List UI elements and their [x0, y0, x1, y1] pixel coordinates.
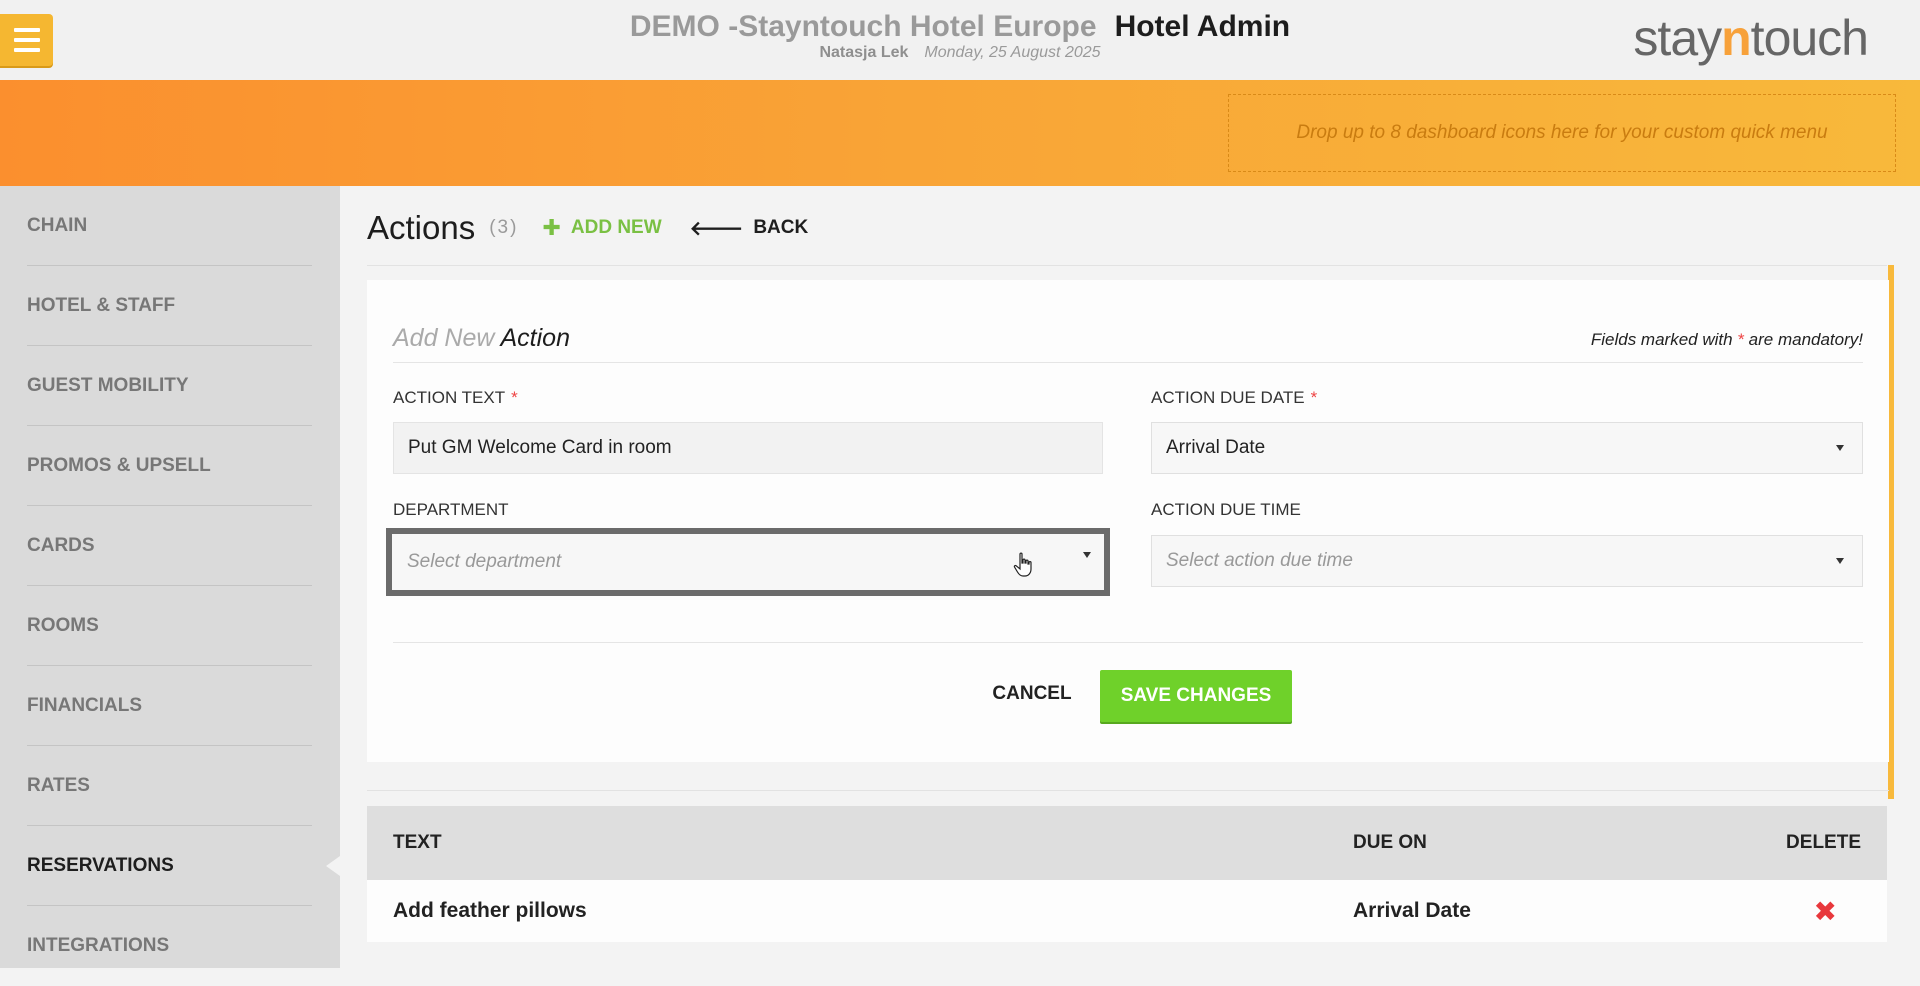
- page-title: Actions: [367, 209, 476, 246]
- form-title-main: Action: [500, 324, 570, 352]
- add-new-button[interactable]: ✚ ADD NEW: [542, 215, 661, 241]
- cancel-label: CANCEL: [992, 683, 1072, 704]
- save-label: SAVE CHANGES: [1120, 685, 1272, 706]
- top-header: DEMO -Stayntouch Hotel Europe Hotel Admin…: [0, 0, 1920, 80]
- logo-text-suffix: touch: [1750, 10, 1869, 66]
- action-text-label-text: ACTION TEXT: [393, 388, 506, 407]
- section-name: Hotel Admin: [1114, 10, 1291, 43]
- action-text-input[interactable]: Put GM Welcome Card in room: [393, 422, 1103, 474]
- page-header: Actions (3) ✚ ADD NEW 🡐 BACK: [367, 204, 808, 252]
- current-date: Monday, 25 August 2025: [924, 44, 1101, 61]
- sidebar-item-label: INTEGRATIONS: [27, 935, 170, 956]
- quick-menu-dropzone[interactable]: Drop up to 8 dashboard icons here for yo…: [1228, 94, 1896, 172]
- hand-pointer-icon: [1013, 552, 1035, 583]
- department-label: DEPARTMENT: [393, 500, 509, 520]
- required-star: *: [511, 388, 518, 407]
- sidebar-item-rates[interactable]: RATES: [27, 746, 312, 826]
- sidebar-item-label: CARDS: [27, 534, 95, 556]
- action-due-time-label: ACTION DUE TIME: [1151, 500, 1301, 520]
- arrow-left-icon: 🡐: [689, 217, 744, 240]
- column-header-text[interactable]: TEXT: [393, 806, 442, 880]
- department-label-text: DEPARTMENT: [393, 500, 509, 519]
- action-due-time-select[interactable]: Select action due time: [1151, 535, 1863, 587]
- action-text-label: ACTION TEXT *: [393, 388, 518, 408]
- chevron-down-icon: [1836, 558, 1844, 564]
- plus-icon: ✚: [542, 215, 561, 240]
- due-date-value: Arrival Date: [1166, 437, 1266, 458]
- add-new-label: ADD NEW: [570, 217, 662, 238]
- sidebar-item-label: RATES: [27, 774, 90, 796]
- department-placeholder: Select department: [407, 551, 562, 572]
- logo-text-n: n: [1721, 10, 1752, 66]
- action-due-date-label: ACTION DUE DATE *: [1151, 388, 1317, 408]
- sidebar-item-cards[interactable]: CARDS: [27, 506, 312, 586]
- mandatory-note-suffix: are mandatory!: [1748, 330, 1863, 349]
- due-time-placeholder: Select action due time: [1166, 550, 1353, 571]
- back-label: BACK: [753, 217, 809, 238]
- action-text-value: Put GM Welcome Card in room: [408, 437, 672, 458]
- sidebar-item-label: GUEST MOBILITY: [27, 374, 189, 396]
- back-button[interactable]: 🡐 BACK: [690, 216, 809, 241]
- form-title: Add New Action: [393, 324, 570, 353]
- sidebar-item-integrations[interactable]: INTEGRATIONS: [27, 906, 312, 986]
- sidebar-item-promos-upsell[interactable]: PROMOS & UPSELL: [27, 426, 312, 506]
- action-due-date-select[interactable]: Arrival Date: [1151, 422, 1863, 474]
- sidebar-item-financials[interactable]: FINANCIALS: [27, 666, 312, 746]
- user-name: Natasja Lek: [819, 44, 909, 61]
- sidebar-item-rooms[interactable]: ROOMS: [27, 586, 312, 666]
- card-bottom-divider: [367, 790, 1889, 791]
- sidebar-item-hotel-staff[interactable]: HOTEL & STAFF: [27, 266, 312, 346]
- table-row[interactable]: Add feather pillows Arrival Date ✖: [367, 880, 1887, 942]
- stayntouch-logo[interactable]: stayntouch: [1633, 10, 1869, 66]
- row-text[interactable]: Add feather pillows: [393, 880, 587, 942]
- header-title: DEMO -Stayntouch Hotel Europe Hotel Admin…: [0, 8, 1920, 62]
- active-item-pointer: [326, 856, 340, 876]
- chevron-down-icon: [1836, 445, 1844, 451]
- close-x-icon: ✖: [1813, 895, 1837, 927]
- logo-text-prefix: stay: [1633, 10, 1722, 66]
- header-divider: [367, 265, 1887, 266]
- hotel-name: DEMO -Stayntouch Hotel Europe: [629, 10, 1097, 43]
- sidebar-item-label: RESERVATIONS: [27, 854, 174, 876]
- actions-table-header: TEXT DUE ON DELETE: [367, 806, 1887, 880]
- chevron-down-icon: [1083, 552, 1091, 558]
- sidebar-item-label: FINANCIALS: [27, 694, 143, 716]
- sidebar-item-label: PROMOS & UPSELL: [27, 454, 211, 476]
- sidebar-item-reservations[interactable]: RESERVATIONS: [27, 826, 312, 906]
- dropzone-text: Drop up to 8 dashboard icons here for yo…: [1296, 122, 1828, 143]
- sidebar-item-label: ROOMS: [27, 614, 99, 636]
- mandatory-note-prefix: Fields marked with: [1590, 330, 1733, 349]
- save-changes-button[interactable]: SAVE CHANGES: [1100, 670, 1292, 722]
- sidebar-item-guest-mobility[interactable]: GUEST MOBILITY: [27, 346, 312, 426]
- sidebar-item-label: CHAIN: [27, 214, 88, 236]
- sidebar: CHAIN HOTEL & STAFF GUEST MOBILITY PROMO…: [0, 186, 340, 968]
- cancel-button[interactable]: CANCEL: [987, 668, 1077, 720]
- department-select[interactable]: Select department: [386, 528, 1110, 596]
- column-header-due-on[interactable]: DUE ON: [1353, 806, 1427, 880]
- add-action-form: Add New Action Fields marked with * are …: [367, 280, 1889, 762]
- column-header-delete: DELETE: [1786, 832, 1861, 853]
- mandatory-note: Fields marked with * are mandatory!: [1591, 330, 1863, 350]
- required-star: *: [1310, 388, 1318, 407]
- mandatory-star: *: [1737, 330, 1744, 349]
- form-title-prefix: Add New: [393, 324, 495, 352]
- due-date-label-text: ACTION DUE DATE: [1151, 388, 1305, 407]
- quick-menu-bar: Drop up to 8 dashboard icons here for yo…: [0, 80, 1920, 186]
- item-count: (3): [489, 217, 519, 238]
- row-due-on: Arrival Date: [1353, 899, 1471, 922]
- form-divider: [393, 362, 1863, 363]
- due-time-label-text: ACTION DUE TIME: [1151, 500, 1301, 519]
- delete-button[interactable]: ✖: [1814, 880, 1837, 942]
- form-divider-bottom: [393, 642, 1863, 643]
- sidebar-item-chain[interactable]: CHAIN: [27, 186, 312, 266]
- sidebar-item-label: HOTEL & STAFF: [27, 294, 176, 316]
